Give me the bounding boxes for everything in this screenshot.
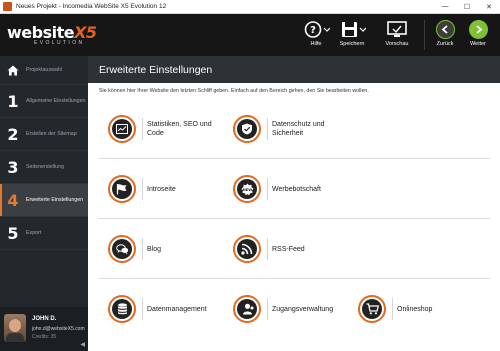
- save-button[interactable]: Speichern: [335, 20, 369, 47]
- user-panel[interactable]: JOHN D. john.d@websiteX5.com Credits: 35…: [0, 307, 88, 351]
- user-email: john.d@websiteX5.com: [32, 326, 85, 332]
- sidebar-item-label: Erweiterte Einstellungen: [26, 196, 84, 203]
- step-number: 1: [7, 91, 19, 111]
- online-shop-option[interactable]: Onlineshop: [358, 279, 432, 339]
- close-button[interactable]: ✕: [478, 0, 500, 14]
- sidebar-item-label: Projektauswahl: [26, 66, 62, 73]
- steps-sidebar: Projektauswahl 1 Allgemeine Einstellunge…: [0, 56, 88, 351]
- help-button[interactable]: ? Hilfe: [299, 20, 333, 47]
- options-row: Statistiken, SEO und Code Datenschutz un…: [88, 99, 500, 159]
- maximize-button[interactable]: ☐: [456, 0, 478, 14]
- preview-button[interactable]: Vorschau: [380, 20, 414, 47]
- svg-text:NEW: NEW: [242, 188, 251, 192]
- rss-feed-option[interactable]: RSS-Feed: [233, 219, 305, 279]
- avatar: [4, 314, 26, 342]
- help-icon: ?: [299, 20, 333, 39]
- toolbar-divider: [424, 20, 425, 50]
- user-credits: Credits: 35: [32, 334, 57, 340]
- sidebar-item-sitemap[interactable]: 2 Erstellen der Sitemap: [0, 118, 88, 151]
- back-arrow-icon: [435, 20, 455, 39]
- main-panel: Erweiterte Einstellungen Sie können hier…: [88, 56, 500, 351]
- option-label: RSS-Feed: [272, 245, 305, 253]
- chat-bubbles-icon: [112, 239, 132, 259]
- sidebar-item-label: Allgemeine Einstellungen: [26, 97, 86, 104]
- options-row: Introseite NEW Werbebotschaft: [88, 159, 500, 219]
- statistics-icon: [112, 119, 132, 139]
- monitor-icon: [380, 20, 414, 39]
- window-title: Neues Projekt - Incomedia WebSite X5 Evo…: [16, 3, 167, 10]
- sidebar-item-label: Erstellen der Sitemap: [26, 130, 77, 137]
- rss-icon: [237, 239, 257, 259]
- minimize-button[interactable]: —: [434, 0, 456, 14]
- website-x5-logo: websiteX5 EVOLUTION: [7, 23, 97, 46]
- data-management-option[interactable]: Datenmanagement: [108, 279, 207, 339]
- options-row: Datenmanagement Zugangsverwaltung Online…: [88, 279, 500, 339]
- users-icon: [237, 299, 257, 319]
- option-label: Statistiken, SEO und Code: [147, 121, 212, 137]
- step-number: 5: [7, 223, 19, 243]
- next-label: Weiter: [470, 41, 486, 47]
- back-label: Zurück: [436, 41, 454, 47]
- database-icon: [112, 299, 132, 319]
- sidebar-item-general-settings[interactable]: 1 Allgemeine Einstellungen: [0, 85, 88, 118]
- intro-page-option[interactable]: Introseite: [108, 159, 176, 219]
- help-label: Hilfe: [310, 41, 322, 47]
- step-number: 2: [7, 124, 19, 144]
- option-label: Zugangsverwaltung: [272, 305, 334, 313]
- option-label: Blog: [147, 245, 162, 253]
- sidebar-item-page-creation[interactable]: 3 Seitenerstellung: [0, 151, 88, 184]
- back-button[interactable]: Zurück: [428, 20, 462, 47]
- advertising-message-option[interactable]: NEW Werbebotschaft: [233, 159, 321, 219]
- page-title: Erweiterte Einstellungen: [99, 63, 213, 76]
- next-button[interactable]: Weiter: [461, 20, 495, 47]
- sidebar-item-export[interactable]: 5 Export: [0, 217, 88, 250]
- shield-icon: [237, 119, 257, 139]
- app-icon: [3, 2, 12, 11]
- cart-icon: [362, 299, 382, 319]
- privacy-security-option[interactable]: Datenschutz und Sicherheit: [233, 99, 344, 159]
- sidebar-item-label: Export: [26, 229, 42, 236]
- next-arrow-icon: [468, 20, 488, 39]
- option-label: Datenmanagement: [147, 305, 207, 313]
- toolbar: websiteX5 EVOLUTION ? Hilfe Speichern Vo…: [0, 14, 500, 56]
- option-label: Onlineshop: [397, 305, 433, 313]
- page-intro: Sie können hier Ihrer Website den letzte…: [99, 88, 369, 94]
- svg-text:?: ?: [310, 25, 316, 36]
- step-number: 4: [7, 190, 19, 210]
- sidebar-item-project-selection[interactable]: Projektauswahl: [0, 56, 88, 85]
- home-icon: [0, 65, 26, 76]
- page-header: Erweiterte Einstellungen: [88, 56, 500, 83]
- option-label: Datenschutz und Sicherheit: [272, 121, 325, 137]
- window-titlebar: Neues Projekt - Incomedia WebSite X5 Evo…: [0, 0, 500, 14]
- sidebar-item-advanced-settings[interactable]: 4 Erweiterte Einstellungen: [0, 184, 88, 217]
- option-label: Introseite: [147, 185, 176, 193]
- statistics-seo-code-option[interactable]: Statistiken, SEO und Code: [108, 99, 219, 159]
- user-name: JOHN D.: [32, 316, 57, 322]
- preview-label: Vorschau: [385, 41, 409, 47]
- new-badge-icon: NEW: [237, 179, 257, 199]
- collapse-sidebar-icon[interactable]: ◀: [80, 341, 85, 348]
- blog-option[interactable]: Blog: [108, 219, 161, 279]
- save-disk-icon: [335, 20, 369, 39]
- access-management-option[interactable]: Zugangsverwaltung: [233, 279, 333, 339]
- sidebar-item-label: Seitenerstellung: [26, 163, 64, 170]
- flag-icon: [112, 179, 132, 199]
- save-label: Speichern: [339, 41, 365, 47]
- options-row: Blog RSS-Feed: [88, 219, 500, 279]
- option-label: Werbebotschaft: [272, 185, 321, 193]
- step-number: 3: [7, 157, 19, 177]
